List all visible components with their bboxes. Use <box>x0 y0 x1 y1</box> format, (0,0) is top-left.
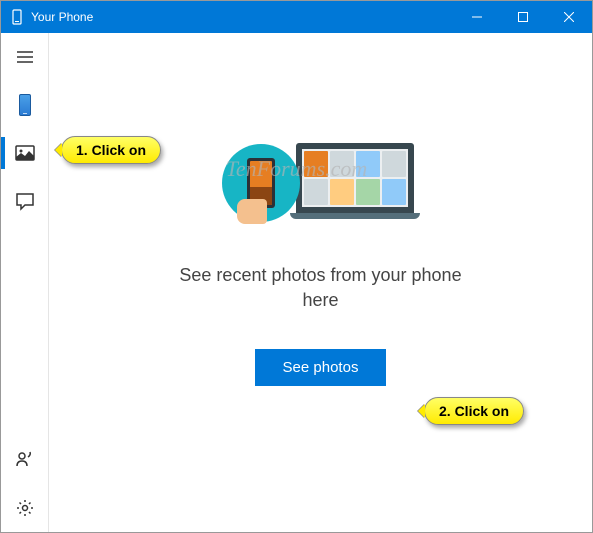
maximize-button[interactable] <box>500 1 546 33</box>
sidebar-item-feedback[interactable] <box>1 436 49 484</box>
sidebar <box>1 33 49 532</box>
sidebar-item-photos[interactable] <box>1 129 49 177</box>
annotation-callout-2: 2. Click on <box>424 397 524 425</box>
hamburger-menu-button[interactable] <box>1 33 49 81</box>
feedback-icon <box>15 450 35 470</box>
sidebar-item-messages[interactable] <box>1 177 49 225</box>
hamburger-icon <box>15 47 35 67</box>
minimize-button[interactable] <box>454 1 500 33</box>
annotation-callout-1: 1. Click on <box>61 136 161 164</box>
window-controls <box>454 1 592 33</box>
app-icon <box>9 9 25 25</box>
phone-icon <box>19 94 31 116</box>
settings-icon <box>15 498 35 518</box>
photos-icon <box>15 143 35 163</box>
main-content: See recent photos from your phone here S… <box>49 33 592 532</box>
hero-illustration <box>222 143 420 223</box>
see-photos-button[interactable]: See photos <box>255 349 387 386</box>
window-title: Your Phone <box>31 10 93 24</box>
close-button[interactable] <box>546 1 592 33</box>
messages-icon <box>15 191 35 211</box>
empty-state-heading: See recent photos from your phone here <box>171 263 471 313</box>
window-titlebar: Your Phone <box>1 1 592 33</box>
hero-laptop-graphic <box>290 143 420 223</box>
sidebar-item-phone[interactable] <box>1 81 49 129</box>
sidebar-item-settings[interactable] <box>1 484 49 532</box>
hero-phone-graphic <box>222 144 300 222</box>
